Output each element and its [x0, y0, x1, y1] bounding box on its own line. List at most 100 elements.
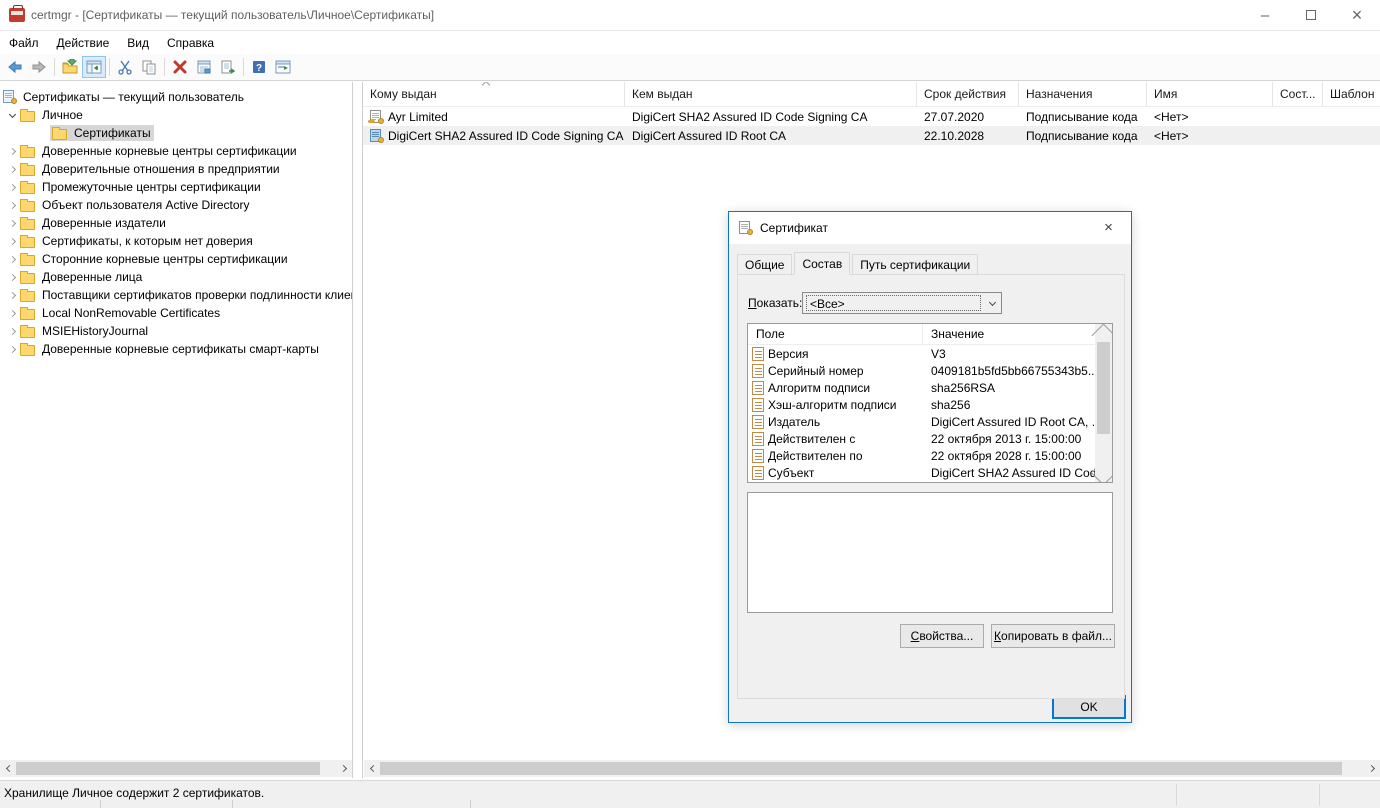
- expand-chevron-icon[interactable]: [4, 179, 20, 195]
- field-row-version[interactable]: Версия V3: [748, 345, 1095, 362]
- field-row-sig-algorithm[interactable]: Алгоритм подписи sha256RSA: [748, 379, 1095, 396]
- folder-icon: [20, 144, 35, 158]
- menu-action[interactable]: Действие: [48, 33, 119, 53]
- column-expiry[interactable]: Срок действия: [917, 82, 1019, 106]
- scrollbar-thumb[interactable]: [16, 762, 320, 775]
- tree-item-label: Сертификаты — текущий пользователь: [23, 90, 245, 104]
- copy-button[interactable]: [137, 56, 161, 78]
- copy-to-file-button[interactable]: Копировать в файл...: [991, 624, 1115, 648]
- expand-chevron-icon[interactable]: [4, 305, 20, 321]
- scroll-left-icon[interactable]: [364, 760, 380, 777]
- field-icon: [752, 380, 764, 395]
- column-name[interactable]: Имя: [1147, 82, 1273, 106]
- cut-button[interactable]: [113, 56, 137, 78]
- tree-item-trusted-roots[interactable]: Доверенные корневые центры сертификации: [0, 142, 352, 160]
- chevron-down-icon[interactable]: [983, 298, 1001, 306]
- field-row-hash-algorithm[interactable]: Хэш-алгоритм подписи sha256: [748, 396, 1095, 413]
- expand-chevron-icon[interactable]: [4, 197, 20, 213]
- field-row-subject[interactable]: Субъект DigiCert SHA2 Assured ID Cod: [748, 464, 1095, 481]
- tree-item-ad-user-object[interactable]: Объект пользователя Active Directory: [0, 196, 352, 214]
- tree-item-local-nonremovable[interactable]: Local NonRemovable Certificates: [0, 304, 352, 322]
- export-list-button[interactable]: [216, 56, 240, 78]
- close-button[interactable]: ×: [1334, 0, 1380, 31]
- scroll-down-icon[interactable]: [1091, 461, 1112, 482]
- help-button[interactable]: ?: [247, 56, 271, 78]
- menu-view[interactable]: Вид: [118, 33, 158, 53]
- tab-details[interactable]: Состав: [794, 252, 851, 275]
- show-hide-action-pane-button[interactable]: [271, 56, 295, 78]
- back-button[interactable]: [3, 56, 27, 78]
- scroll-right-icon[interactable]: [336, 760, 352, 777]
- tree-item-intermediate[interactable]: Промежуточные центры сертификации: [0, 178, 352, 196]
- tree-item-msie-history[interactable]: MSIEHistoryJournal: [0, 322, 352, 340]
- tree-item-root[interactable]: Сертификаты — текущий пользователь: [0, 88, 352, 106]
- column-field[interactable]: Поле: [748, 324, 923, 345]
- expand-chevron-icon[interactable]: [4, 161, 20, 177]
- folder-icon: [20, 180, 35, 194]
- column-issued-to[interactable]: Кому выдан: [363, 82, 625, 106]
- folder-icon: [20, 216, 35, 230]
- field-row-valid-from[interactable]: Действителен с 22 октября 2013 г. 15:00:…: [748, 430, 1095, 447]
- export-list-icon: [221, 60, 236, 74]
- menu-bar: Файл Действие Вид Справка: [0, 32, 1380, 54]
- expand-chevron-icon[interactable]: [4, 287, 20, 303]
- tree-horizontal-scrollbar[interactable]: [0, 760, 352, 777]
- tree-item-smartcard-roots[interactable]: Доверенные корневые сертификаты смарт-ка…: [0, 340, 352, 358]
- tree-item-trusted-people[interactable]: Доверенные лица: [0, 268, 352, 286]
- expand-chevron-icon[interactable]: [4, 341, 20, 357]
- tree-item-label: Объект пользователя Active Directory: [42, 198, 250, 212]
- certificate-row-ayr[interactable]: Ayr Limited DigiCert SHA2 Assured ID Cod…: [363, 107, 1380, 126]
- dialog-title-bar: Сертификат ×: [729, 212, 1131, 244]
- forward-button[interactable]: [27, 56, 51, 78]
- menu-help[interactable]: Справка: [158, 33, 223, 53]
- tab-certification-path[interactable]: Путь сертификации: [852, 254, 979, 275]
- expand-chevron-icon[interactable]: [4, 107, 20, 123]
- expand-chevron-icon[interactable]: [4, 269, 20, 285]
- expand-chevron-icon[interactable]: [4, 251, 20, 267]
- tree-item-thirdparty-roots[interactable]: Сторонние корневые центры сертификации: [0, 250, 352, 268]
- expand-chevron-icon[interactable]: [4, 215, 20, 231]
- column-template[interactable]: Шаблон: [1323, 82, 1379, 106]
- dialog-close-button[interactable]: ×: [1086, 212, 1131, 243]
- tree-item-certificates-selected[interactable]: Сертификаты: [0, 124, 352, 142]
- column-purpose[interactable]: Назначения: [1019, 82, 1147, 106]
- export-folder-icon: [62, 59, 78, 74]
- tree-item-trusted-publishers[interactable]: Доверенные издатели: [0, 214, 352, 232]
- field-value-preview[interactable]: [747, 492, 1113, 613]
- scrollbar-thumb[interactable]: [380, 762, 1342, 775]
- tree-item-untrusted[interactable]: Сертификаты, к которым нет доверия: [0, 232, 352, 250]
- expand-chevron-icon[interactable]: [4, 323, 20, 339]
- properties-button[interactable]: Свойства...: [900, 624, 984, 648]
- back-icon: [8, 60, 22, 74]
- show-hide-console-tree-button[interactable]: [82, 56, 106, 78]
- scroll-up-icon[interactable]: [1091, 324, 1112, 348]
- tree-item-label: Промежуточные центры сертификации: [42, 180, 261, 194]
- column-value[interactable]: Значение: [923, 327, 984, 341]
- certificate-row-digicert-selected[interactable]: DigiCert SHA2 Assured ID Code Signing CA…: [363, 126, 1380, 145]
- scroll-left-icon[interactable]: [0, 760, 16, 777]
- field-row-valid-to[interactable]: Действителен по 22 октября 2028 г. 15:00…: [748, 447, 1095, 464]
- column-issued-by[interactable]: Кем выдан: [625, 82, 917, 106]
- menu-file[interactable]: Файл: [0, 33, 48, 53]
- export-folder-button[interactable]: [58, 56, 82, 78]
- expand-chevron-icon[interactable]: [4, 233, 20, 249]
- scroll-right-icon[interactable]: [1364, 760, 1380, 777]
- field-row-issuer[interactable]: Издатель DigiCert Assured ID Root CA, ..…: [748, 413, 1095, 430]
- show-filter-combobox[interactable]: <Все>: [802, 292, 1002, 314]
- scrollbar-thumb[interactable]: [1097, 342, 1110, 434]
- column-status[interactable]: Сост...: [1273, 82, 1323, 106]
- field-row-serial[interactable]: Серийный номер 0409181b5fd5bb66755343b5.…: [748, 362, 1095, 379]
- maximize-button[interactable]: [1288, 0, 1334, 31]
- fields-header: Поле Значение: [748, 324, 1095, 345]
- minimize-button[interactable]: –: [1242, 0, 1288, 31]
- expand-chevron-icon[interactable]: [4, 143, 20, 159]
- tree-item-client-auth-issuers[interactable]: Поставщики сертификатов проверки подлинн…: [0, 286, 352, 304]
- tree-item-enterprise-trust[interactable]: Доверительные отношения в предприятии: [0, 160, 352, 178]
- properties-button[interactable]: [192, 56, 216, 78]
- fields-vertical-scrollbar[interactable]: [1091, 324, 1112, 482]
- tab-general[interactable]: Общие: [737, 254, 793, 275]
- show-hide-console-tree-icon: [86, 60, 102, 74]
- tree-item-personal[interactable]: Личное: [0, 106, 352, 124]
- delete-button[interactable]: [168, 56, 192, 78]
- list-horizontal-scrollbar[interactable]: [364, 760, 1380, 777]
